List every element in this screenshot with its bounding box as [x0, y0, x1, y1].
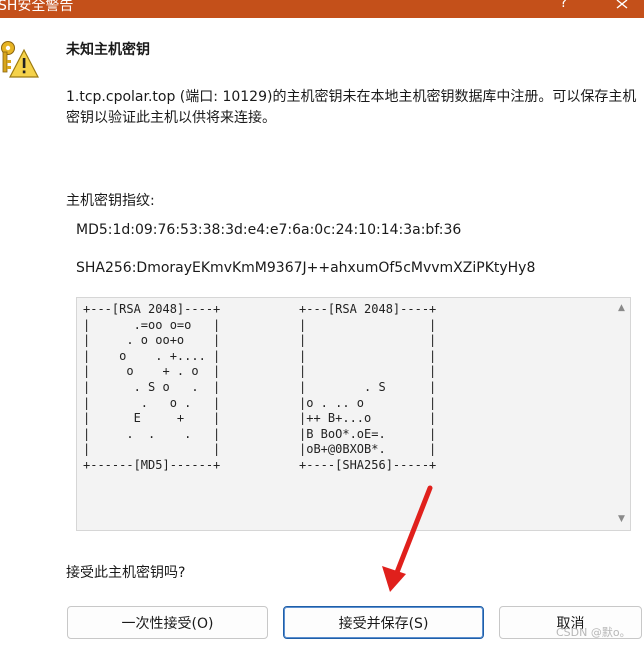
dialog-message: 1.tcp.cpolar.top (端口: 10129)的主机密钥未在本地主机密…: [66, 89, 637, 126]
sha256-fingerprint: SHA256:DmorayEKmvKmM9367J++ahxumOf5cMvvm…: [76, 260, 536, 276]
accept-and-save-button[interactable]: 接受并保存(S): [283, 606, 484, 639]
title-bar: SH安全警告 ?: [0, 0, 644, 18]
randomart-sha256: +---[RSA 2048]----+ | | | | | | | | | . …: [299, 302, 437, 472]
accept-once-button[interactable]: 一次性接受(O): [67, 606, 268, 639]
fingerprint-label: 主机密钥指纹:: [66, 193, 155, 209]
accept-question: 接受此主机密钥吗?: [66, 565, 186, 581]
close-button[interactable]: [600, 0, 644, 18]
keys-warning-icon: [0, 40, 40, 80]
vertical-scrollbar[interactable]: ▲ ▼: [613, 298, 630, 530]
randomart-md5: +---[RSA 2048]----+ | .=oo o=o | | . o o…: [83, 302, 221, 472]
close-icon: [616, 0, 628, 9]
help-button[interactable]: ?: [560, 0, 567, 11]
scroll-up-arrow[interactable]: ▲: [613, 300, 630, 317]
csdn-watermark: CSDN @默o。: [556, 626, 631, 639]
randomart-textbox[interactable]: +---[RSA 2048]----+ | .=oo o=o | | . o o…: [76, 297, 631, 531]
dialog-heading: 未知主机密钥: [66, 42, 150, 58]
window-title: SH安全警告: [0, 0, 74, 14]
scroll-down-arrow[interactable]: ▼: [613, 511, 630, 528]
md5-fingerprint: MD5:1d:09:76:53:38:3d:e4:e7:6a:0c:24:10:…: [76, 222, 462, 238]
